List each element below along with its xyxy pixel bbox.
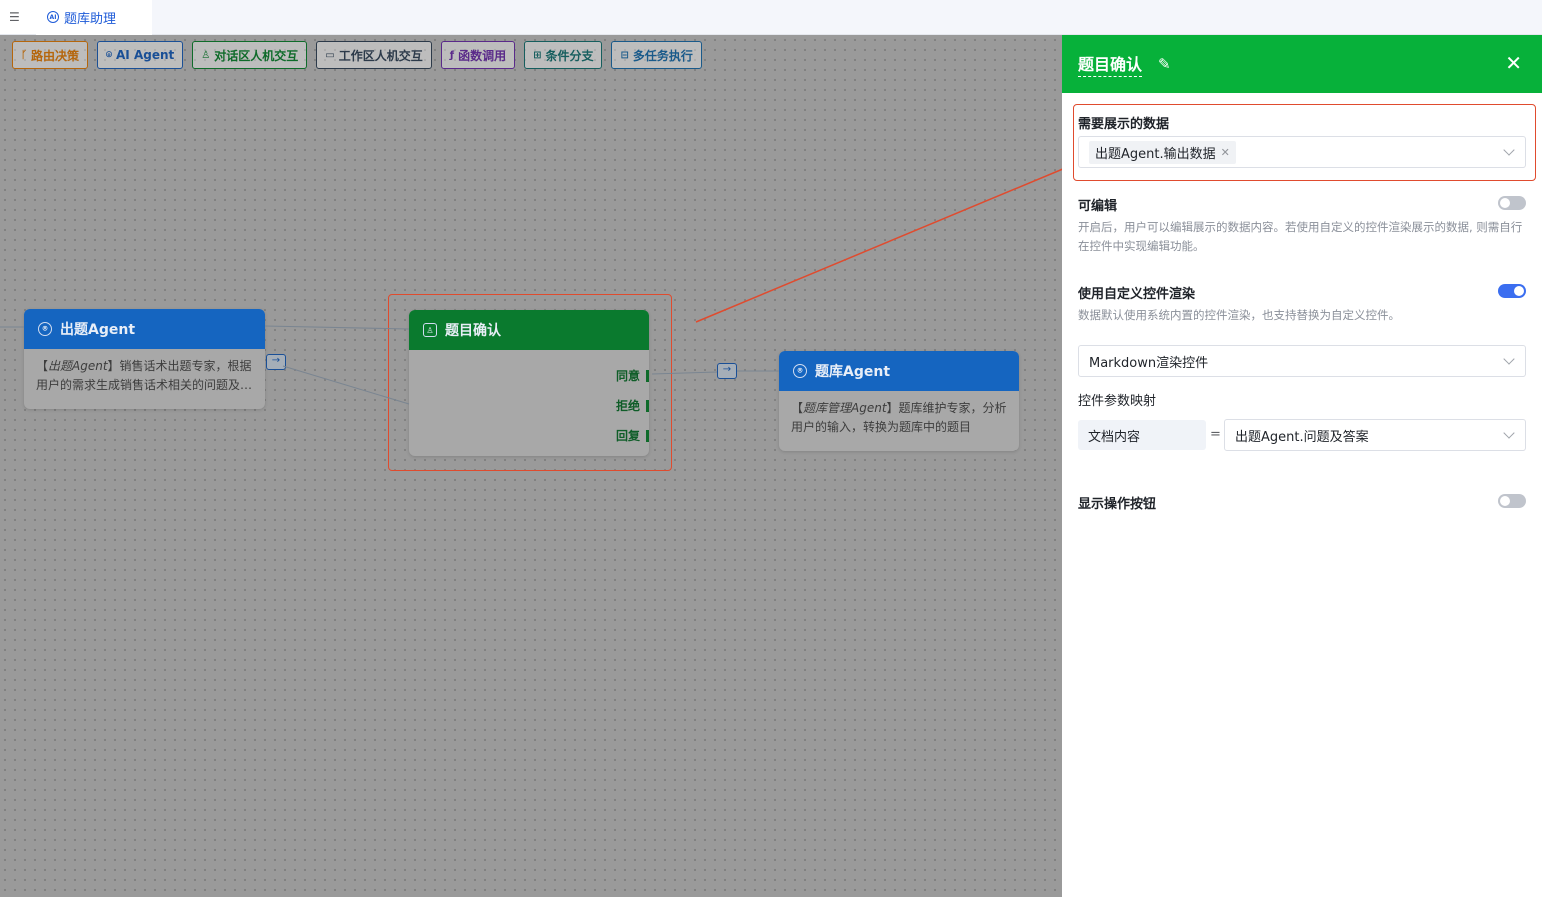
- param-value-select[interactable]: 出题Agent.问题及答案: [1224, 419, 1526, 451]
- highlight-box-node: [388, 294, 672, 471]
- show-actions-toggle[interactable]: [1498, 494, 1526, 508]
- node-title: 出题Agent: [60, 322, 136, 338]
- connector-arrow-icon[interactable]: →: [266, 354, 286, 370]
- render-widget-select[interactable]: Markdown渲染控件: [1078, 345, 1526, 377]
- toolbar-button-label: AI Agent: [116, 48, 175, 62]
- menu-collapse-icon[interactable]: ☰: [9, 10, 25, 24]
- top-tab-bar: ☰ AI 题库助理: [0, 0, 1542, 35]
- node-description: 【出题Agent】销售话术出题专家，根据 用户的需求生成销售话术相关的问题及…: [36, 359, 253, 392]
- toolbar-button-label: 条件分支: [545, 48, 594, 63]
- multitask-icon: ⊟: [620, 49, 629, 61]
- agent-icon: ⌾: [38, 322, 52, 336]
- branch-icon: ᚴ: [21, 49, 27, 61]
- display-data-select[interactable]: 出题Agent.输出数据 ✕: [1078, 136, 1526, 168]
- toolbar-button-label: 工作区人机交互: [338, 48, 423, 63]
- custom-render-toggle[interactable]: [1498, 284, 1526, 298]
- param-map-label: 控件参数映射: [1078, 394, 1157, 409]
- custom-render-label: 使用自定义控件渲染: [1078, 287, 1196, 302]
- node-config-panel: 题目确认 ✎ ✕ 需要展示的数据 出题Agent.输出数据 ✕ 可编辑 开启后，…: [1062, 35, 1542, 897]
- equals-sign: =: [1210, 427, 1221, 442]
- tag-remove-icon[interactable]: ✕: [1221, 146, 1230, 159]
- toolbar-button-3[interactable]: ▭ 工作区人机交互: [316, 41, 432, 69]
- node-description: 【题库管理Agent】题库维护专家，分析 用户的输入，转换为题库中的题目: [791, 401, 1007, 434]
- agent-icon: ⌾: [106, 49, 113, 61]
- function-icon: ƒ: [449, 49, 455, 61]
- toolbar-button-0[interactable]: ᚴ 路由决策: [12, 41, 89, 69]
- toolbar-button-5[interactable]: ⊞ 条件分支: [524, 41, 603, 69]
- toolbar-button-label: 多任务执行: [632, 48, 693, 63]
- node-question-bank-agent[interactable]: ⌾ 题库Agent 【题库管理Agent】题库维护专家，分析 用户的输入，转换为…: [779, 351, 1019, 451]
- connector-arrow-icon[interactable]: →: [717, 363, 737, 379]
- panel-header: 题目确认 ✎ ✕: [1062, 35, 1542, 93]
- monitor-icon: ▭: [325, 49, 335, 61]
- close-icon[interactable]: ✕: [1505, 53, 1522, 73]
- workflow-canvas[interactable]: ᚴ 路由决策 ⌾ AI Agent ♙ 对话区人机交互 ▭ 工作区人机交互 ƒ 函数调用 ⊞ 条件分支…: [0, 35, 1062, 897]
- person-icon: ♙: [201, 49, 211, 61]
- editable-toggle[interactable]: [1498, 196, 1526, 210]
- tab-question-bank-assistant[interactable]: AI 题库助理: [36, 1, 152, 35]
- chevron-down-icon: [1503, 144, 1515, 156]
- tab-bar-empty-area: [152, 0, 1542, 34]
- toolbar-button-label: 路由决策: [31, 48, 80, 63]
- toolbar-button-2[interactable]: ♙ 对话区人机交互: [192, 41, 308, 69]
- toolbar-button-6[interactable]: ⊟ 多任务执行: [611, 41, 702, 69]
- toolbar-button-4[interactable]: ƒ 函数调用: [440, 41, 516, 69]
- edit-icon[interactable]: ✎: [1158, 55, 1171, 73]
- toolbar-button-label: 函数调用: [458, 48, 507, 63]
- editable-description: 开启后，用户可以编辑展示的数据内容。若使用自定义的控件渲染展示的数据, 则需自行…: [1078, 220, 1523, 253]
- show-actions-label: 显示操作按钮: [1078, 497, 1157, 512]
- panel-title[interactable]: 题目确认: [1078, 51, 1143, 77]
- condition-icon: ⊞: [533, 49, 542, 61]
- node-question-agent[interactable]: ⌾ 出题Agent 【出题Agent】销售话术出题专家，根据 用户的需求生成销售…: [24, 309, 265, 409]
- tab-label: 题库助理: [64, 11, 117, 27]
- display-data-label: 需要展示的数据: [1078, 117, 1170, 132]
- node-header: ⌾ 出题Agent: [24, 309, 265, 349]
- toolbar-button-1[interactable]: ⌾ AI Agent: [97, 41, 184, 69]
- node-toolbar: ᚴ 路由决策 ⌾ AI Agent ♙ 对话区人机交互 ▭ 工作区人机交互 ƒ 函数调用 ⊞ 条件分支…: [12, 41, 702, 69]
- ai-icon: AI: [47, 11, 59, 23]
- toolbar-button-label: 对话区人机交互: [214, 48, 299, 63]
- custom-render-description: 数据默认使用系统内置的控件渲染，也支持替换为自定义控件。: [1078, 308, 1400, 322]
- chevron-down-icon: [1503, 427, 1515, 439]
- chevron-down-icon: [1503, 353, 1515, 365]
- node-title: 题库Agent: [815, 364, 891, 380]
- selected-tag: 出题Agent.输出数据 ✕: [1089, 140, 1236, 164]
- agent-icon: ⌾: [793, 364, 807, 378]
- node-header: ⌾ 题库Agent: [779, 351, 1019, 391]
- param-key: 文档内容: [1078, 420, 1206, 450]
- editable-label: 可编辑: [1078, 199, 1118, 214]
